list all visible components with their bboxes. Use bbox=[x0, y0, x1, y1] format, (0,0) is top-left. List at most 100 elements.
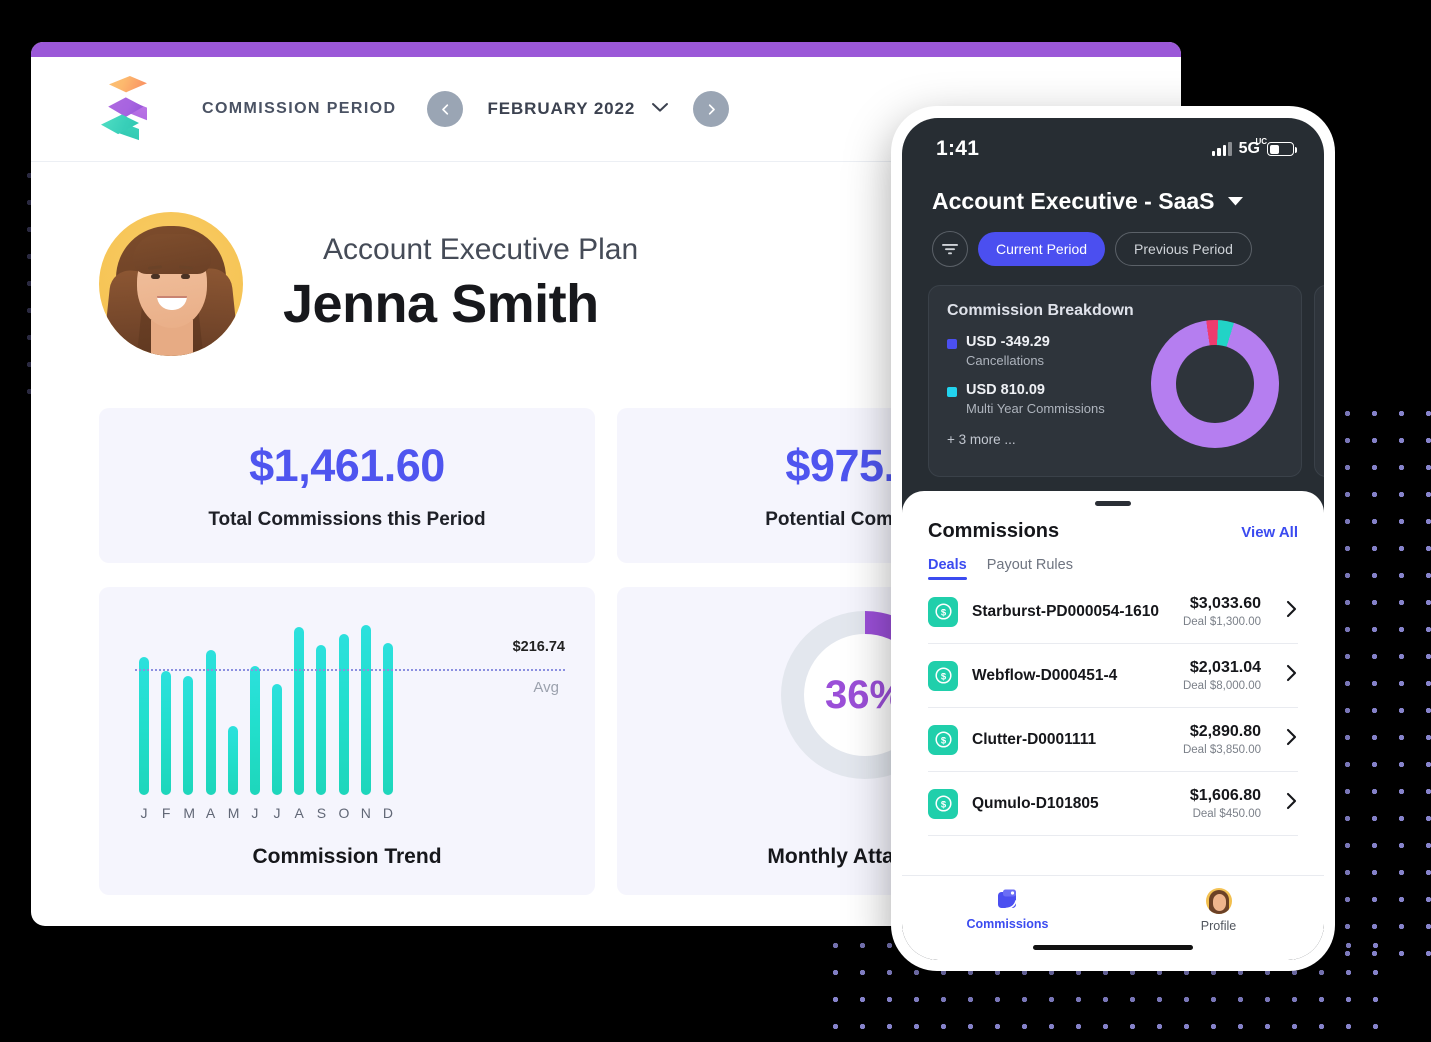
bar-N bbox=[361, 625, 371, 795]
bar-O bbox=[339, 634, 349, 795]
legend-label: Multi Year Commissions bbox=[966, 401, 1105, 416]
average-line bbox=[135, 669, 565, 671]
deal-commission: $2,890.80 bbox=[1183, 723, 1261, 741]
view-all-link[interactable]: View All bbox=[1241, 524, 1298, 541]
money-icon: $ bbox=[928, 661, 958, 691]
chart-title: Commission Trend bbox=[99, 845, 595, 869]
bar-A bbox=[294, 627, 304, 795]
kpi-card-total-commissions: $1,461.60 Total Commissions this Period bbox=[99, 408, 595, 563]
deal-amounts: $3,033.60 Deal $1,300.00 bbox=[1183, 595, 1261, 628]
period-filter-row: Current Period Previous Period bbox=[902, 215, 1324, 267]
deal-name: Qumulo-D101805 bbox=[972, 795, 1176, 813]
deal-commission: $3,033.60 bbox=[1183, 595, 1261, 613]
plan-selector-label: Account Executive - SaaS bbox=[932, 188, 1215, 215]
deal-commission: $1,606.80 bbox=[1190, 787, 1261, 805]
nav-item-commissions[interactable]: Commissions bbox=[902, 888, 1113, 933]
deal-amounts: $2,031.04Deal $8,000.00 bbox=[1183, 659, 1261, 692]
spiff-s-logo-icon bbox=[101, 76, 147, 142]
deal-name: Clutter-D0001111 bbox=[972, 731, 1169, 749]
deal-name: Starburst-PD000054-1610 bbox=[972, 603, 1169, 621]
home-indicator bbox=[1033, 945, 1193, 950]
breakdown-card-strip: Commission Breakdown USD -349.29 Cancell… bbox=[902, 267, 1324, 477]
window-accent-bar bbox=[31, 42, 1181, 57]
legend-amount: USD -349.29 bbox=[966, 334, 1050, 350]
chevron-right-icon[interactable] bbox=[1285, 664, 1298, 687]
deal-row[interactable]: $ Webflow-D000451-4 $2,031.04Deal $8,000.0… bbox=[928, 644, 1298, 708]
chevron-left-icon bbox=[439, 103, 452, 116]
caret-down-icon bbox=[1227, 196, 1244, 207]
status-bar: 1:41 5G UC bbox=[902, 118, 1324, 170]
period-dropdown-caret[interactable] bbox=[651, 100, 669, 118]
legend-amount: USD 810.09 bbox=[966, 382, 1105, 398]
chevron-right-icon[interactable] bbox=[1285, 792, 1298, 815]
legend-swatch bbox=[947, 387, 957, 397]
prev-period-button[interactable] bbox=[427, 91, 463, 127]
deal-name: Webflow-D000451-4 bbox=[972, 667, 1169, 685]
network-suffix: UC bbox=[1255, 138, 1267, 146]
nav-item-profile[interactable]: Profile bbox=[1113, 888, 1324, 933]
pill-current-period[interactable]: Current Period bbox=[978, 232, 1105, 266]
deal-value: Deal $1,300.00 bbox=[1183, 616, 1261, 628]
plan-selector[interactable]: Account Executive - SaaS bbox=[902, 170, 1324, 215]
page-title: Jenna Smith bbox=[283, 273, 638, 335]
bar-series bbox=[139, 615, 393, 795]
x-label-6: J bbox=[272, 805, 282, 821]
x-label-10: N bbox=[361, 805, 371, 821]
status-indicators: 5G UC bbox=[1212, 140, 1294, 158]
average-caption: Avg bbox=[533, 679, 559, 696]
breakdown-card-next-peek[interactable] bbox=[1314, 285, 1324, 477]
commissions-sheet: Commissions View All Deals Payout Rules … bbox=[902, 491, 1324, 960]
sheet-header: Commissions View All bbox=[902, 506, 1324, 543]
chevron-right-icon[interactable] bbox=[1285, 728, 1298, 751]
phone-mockup: 1:41 5G UC Account Executive - SaaS bbox=[891, 106, 1335, 971]
x-label-11: D bbox=[383, 805, 393, 821]
deal-value: Deal $450.00 bbox=[1190, 808, 1261, 820]
deal-value: Deal $3,850.00 bbox=[1183, 744, 1261, 756]
x-label-2: M bbox=[183, 805, 193, 821]
name-block: Account Executive Plan Jenna Smith bbox=[283, 233, 638, 335]
tab-deals[interactable]: Deals bbox=[928, 557, 967, 580]
next-period-button[interactable] bbox=[693, 91, 729, 127]
legend-swatch bbox=[947, 339, 957, 349]
profile-avatar-icon bbox=[1206, 888, 1232, 914]
bar-x-axis-labels: JFMAMJJASOND bbox=[139, 805, 393, 821]
deal-row[interactable]: $ Starburst-PD000054-1610 $3,033.60 Deal $1… bbox=[928, 580, 1298, 644]
pill-previous-period[interactable]: Previous Period bbox=[1115, 232, 1252, 266]
bar-J bbox=[250, 666, 260, 795]
breakdown-title: Commission Breakdown bbox=[947, 302, 1283, 320]
legend-label: Cancellations bbox=[966, 353, 1050, 368]
deal-row[interactable]: $ Clutter-D0001111 $2,890.80 Deal $3,850.00 bbox=[928, 708, 1298, 772]
commission-breakdown-card[interactable]: Commission Breakdown USD -349.29 Cancell… bbox=[928, 285, 1302, 477]
bottom-nav: Commissions Profile bbox=[902, 875, 1324, 939]
bar-M bbox=[228, 726, 238, 795]
svg-text:$: $ bbox=[940, 607, 946, 618]
period-value[interactable]: FEBRUARY 2022 bbox=[487, 99, 635, 119]
network-label: 5G UC bbox=[1239, 140, 1260, 158]
bar-S bbox=[316, 645, 326, 795]
deal-row[interactable]: $ Qumulo-D101805 $1,606.80 Deal $450.00 bbox=[928, 772, 1298, 836]
commission-trend-chart: $216.74 Avg bbox=[129, 615, 565, 795]
x-label-1: F bbox=[161, 805, 171, 821]
nav-label: Profile bbox=[1201, 919, 1236, 933]
chevron-down-icon bbox=[651, 102, 669, 113]
money-icon: $ bbox=[928, 789, 958, 819]
wallet-icon bbox=[995, 888, 1021, 912]
filter-button[interactable] bbox=[932, 231, 968, 267]
svg-text:$: $ bbox=[940, 799, 946, 810]
breakdown-donut-center bbox=[1176, 345, 1254, 423]
phone-screen: 1:41 5G UC Account Executive - SaaS bbox=[902, 118, 1324, 960]
bar-M bbox=[183, 676, 193, 795]
commission-period-label: COMMISSION PERIOD bbox=[202, 100, 396, 118]
kpi-label: Total Commissions this Period bbox=[208, 509, 485, 531]
x-label-4: M bbox=[228, 805, 238, 821]
money-icon: $ bbox=[928, 725, 958, 755]
bar-A bbox=[206, 650, 216, 795]
x-label-3: A bbox=[206, 805, 216, 821]
tab-payout-rules[interactable]: Payout Rules bbox=[987, 557, 1073, 580]
period-navigator: FEBRUARY 2022 bbox=[427, 91, 729, 127]
bar-F bbox=[161, 671, 171, 795]
status-clock: 1:41 bbox=[936, 137, 979, 161]
kpi-value: $1,461.60 bbox=[249, 440, 445, 492]
average-value-label: $216.74 bbox=[513, 639, 565, 655]
chevron-right-icon[interactable] bbox=[1285, 600, 1298, 623]
